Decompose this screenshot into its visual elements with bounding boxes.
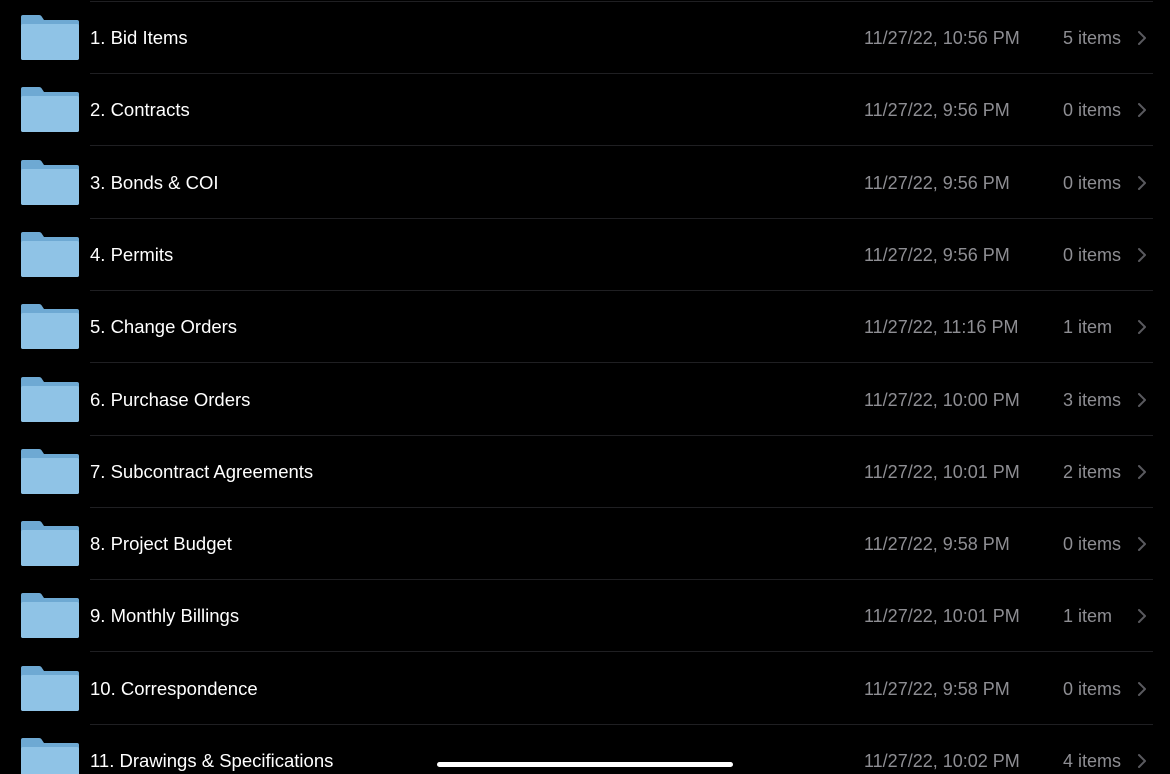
folder-name: 7. Subcontract Agreements [90, 460, 314, 482]
folder-date: 11/27/22, 9:56 PM [864, 172, 1010, 193]
folder-item-count: 0 items [1063, 534, 1122, 555]
folder-icon [20, 231, 80, 278]
folder-name: 8. Project Budget [90, 533, 232, 555]
folder-icon [20, 86, 80, 133]
folder-name: 4. Permits [90, 243, 174, 265]
folder-date: 11/27/22, 9:58 PM [864, 534, 1010, 555]
folder-item-count: 0 items [1063, 172, 1122, 193]
home-indicator[interactable] [437, 762, 733, 767]
folder-item-count: 5 items [1063, 28, 1122, 48]
folder-row[interactable]: 10. Correspondence 11/27/22, 9:58 PM 0 ite… [0, 653, 1170, 725]
chevron-right-icon[interactable] [1136, 102, 1148, 118]
chevron-right-icon[interactable] [1136, 681, 1148, 697]
folder-row[interactable]: 9. Monthly Billings 11/27/22, 10:01 PM 1 i… [0, 580, 1170, 653]
folder-row[interactable]: 7. Subcontract Agreements 11/27/22, 10:01… [0, 436, 1170, 508]
folder-date: 11/27/22, 9:56 PM [864, 100, 1010, 121]
chevron-right-icon[interactable] [1136, 175, 1148, 191]
folder-icon [20, 159, 80, 206]
folder-date: 11/27/22, 10:56 PM [864, 28, 1020, 48]
folder-name: 6. Purchase Orders [90, 388, 251, 410]
folder-date: 11/27/22, 10:02 PM [864, 751, 1020, 771]
folder-date: 11/27/22, 9:56 PM [864, 244, 1010, 265]
folder-item-count: 3 items [1063, 389, 1122, 410]
folder-item-count: 1 item [1063, 606, 1113, 627]
folder-date: 11/27/22, 10:01 PM [864, 461, 1020, 482]
folder-icon [20, 665, 80, 712]
folder-item-count: 0 items [1063, 100, 1122, 121]
chevron-right-icon[interactable] [1136, 608, 1148, 624]
folder-name: 3. Bonds & COI [90, 171, 219, 193]
folder-name: 11. Drawings & Specifications [90, 750, 334, 771]
folder-item-count: 0 items [1063, 244, 1122, 265]
folder-row[interactable]: 6. Purchase Orders 11/27/22, 10:00 PM 3 it… [0, 364, 1170, 436]
folder-icon [20, 592, 80, 639]
folder-icon [20, 14, 80, 61]
chevron-right-icon[interactable] [1136, 319, 1148, 335]
folder-name: 9. Monthly Billings [90, 605, 240, 627]
chevron-right-icon[interactable] [1136, 247, 1148, 263]
folder-date: 11/27/22, 10:01 PM [864, 606, 1020, 627]
folder-name: 10. Correspondence [90, 677, 258, 699]
folder-row[interactable]: 5. Change Orders 11/27/22, 11:16 PM 1 item [0, 291, 1170, 364]
folder-row[interactable]: 2. Contracts 11/27/22, 9:56 PM 0 items [0, 74, 1170, 147]
folder-name: 5. Change Orders [90, 316, 238, 338]
folder-row[interactable]: 1. Bid Items 11/27/22, 10:56 PM 5 items [0, 2, 1170, 74]
folder-row[interactable]: 3. Bonds & COI 11/27/22, 9:56 PM 0 items [0, 147, 1170, 219]
folder-icon [20, 376, 80, 423]
folder-icon [20, 737, 80, 774]
folder-date: 11/27/22, 9:58 PM [864, 678, 1010, 699]
chevron-right-icon[interactable] [1136, 536, 1148, 552]
folder-icon [20, 303, 80, 350]
folder-item-count: 2 items [1063, 461, 1122, 482]
folder-item-count: 1 item [1063, 317, 1113, 338]
folder-name: 2. Contracts [90, 99, 190, 121]
folder-icon [20, 520, 80, 567]
folder-row[interactable]: 8. Project Budget 11/27/22, 9:58 PM 0 item… [0, 508, 1170, 581]
folder-item-count: 4 items [1063, 751, 1122, 771]
folder-date: 11/27/22, 10:00 PM [864, 389, 1020, 410]
folder-name: 1. Bid Items [90, 27, 188, 48]
folder-icon [20, 448, 80, 495]
chevron-right-icon[interactable] [1136, 464, 1148, 480]
chevron-right-icon[interactable] [1136, 753, 1148, 769]
chevron-right-icon[interactable] [1136, 392, 1148, 408]
chevron-right-icon[interactable] [1136, 30, 1148, 46]
folder-row[interactable]: 4. Permits 11/27/22, 9:56 PM 0 items [0, 219, 1170, 291]
folder-date: 11/27/22, 11:16 PM [864, 317, 1019, 338]
folder-item-count: 0 items [1063, 678, 1122, 699]
